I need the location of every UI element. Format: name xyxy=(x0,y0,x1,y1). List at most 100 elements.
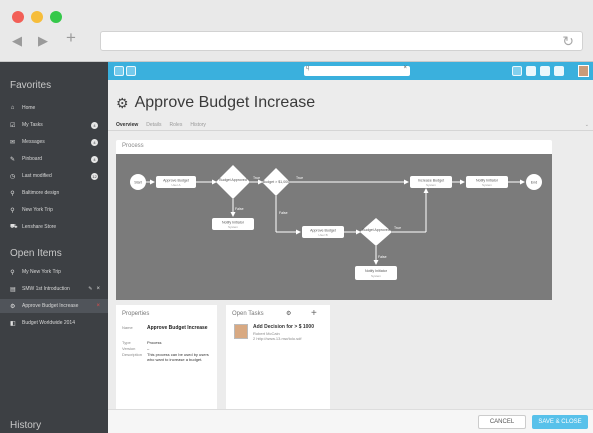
back-icon[interactable] xyxy=(126,66,136,76)
clear-icon[interactable]: × xyxy=(403,65,407,71)
sidebar-item-my-tasks[interactable]: ☑ My Tasks 4 xyxy=(0,118,108,132)
search-icon: ⚲ xyxy=(10,207,15,214)
footer-bar: CANCEL SAVE & CLOSE xyxy=(108,409,593,433)
maximize-window-button[interactable] xyxy=(50,11,62,23)
node-sublabel: System xyxy=(482,183,493,187)
approve-budget-a-node[interactable]: Approve Budget User A xyxy=(156,176,196,188)
property-key: Description xyxy=(122,352,143,357)
search-icon: ⚲ xyxy=(10,269,15,276)
new-tab-icon[interactable]: + xyxy=(66,28,76,48)
node-sublabel: User A xyxy=(171,183,180,187)
sidebar-item-new-york-trip[interactable]: ⚲ New York Trip xyxy=(0,203,108,217)
tab-history[interactable]: History xyxy=(190,122,206,128)
chart-icon: ◧ xyxy=(10,320,16,327)
sidebar-item-home[interactable]: ⌂ Home xyxy=(0,101,108,115)
home-icon: ⌂ xyxy=(10,105,15,111)
open-item-smw-introduction[interactable]: ▤ SMW 1st Introduction ✎ × xyxy=(0,282,108,296)
sidebar-item-lenshare-store[interactable]: ⛟ Lenshare Store xyxy=(0,220,108,234)
property-value: This process can be used by users who wa… xyxy=(147,352,209,362)
close-icon[interactable]: × xyxy=(96,303,100,309)
main-content: ⚙ Approve Budget Increase Overview Detai… xyxy=(108,80,593,433)
sidebar-item-last-modified[interactable]: ◷ Last modified 12 xyxy=(0,169,108,183)
approve-budget-b-node[interactable]: Approve Budget User B xyxy=(302,226,344,238)
pin-icon[interactable]: ✎ xyxy=(88,286,92,292)
budget-approved-2-gateway[interactable]: Budget Approved xyxy=(360,218,392,246)
task-link[interactable]: 2 http://www.13.mw/iolo.sdf xyxy=(253,336,301,341)
favorites-title: Favorites xyxy=(10,80,52,91)
node-sublabel: System xyxy=(228,225,239,229)
property-key: Name xyxy=(122,325,133,330)
sidebar-item-label: Messages xyxy=(22,139,45,145)
search-input[interactable]: q × xyxy=(304,65,410,76)
history-title: History xyxy=(10,420,42,431)
sidebar-item-label: Home xyxy=(22,105,36,111)
divider xyxy=(108,130,593,131)
chat-icon[interactable] xyxy=(526,66,536,76)
grid-icon[interactable] xyxy=(114,66,124,76)
tasks-icon: ☑ xyxy=(10,122,16,129)
notify-initiator-1-node[interactable]: Notify Initiator System xyxy=(466,176,508,188)
end-node[interactable]: End xyxy=(526,174,542,190)
open-item-budget-worldwide[interactable]: ◧ Budget Worldwide 2014 xyxy=(0,316,108,330)
property-row: Type Process xyxy=(122,340,214,345)
add-icon[interactable] xyxy=(512,66,522,76)
property-row: Description This process can be used by … xyxy=(122,352,214,362)
pin-icon: ✎ xyxy=(10,156,16,163)
gear-icon[interactable]: ⚙ xyxy=(286,310,291,317)
start-node[interactable]: Start xyxy=(130,174,146,190)
open-items-title: Open Items xyxy=(10,248,62,259)
edge-label-true: True xyxy=(253,176,260,180)
settings-icon[interactable] xyxy=(554,66,564,76)
notify-initiator-3-node[interactable]: Notify Initiator System xyxy=(355,266,397,280)
close-window-button[interactable] xyxy=(12,11,24,23)
count-badge: 4 xyxy=(91,155,98,163)
tab-roles[interactable]: Roles xyxy=(170,122,183,128)
forward-icon[interactable]: ▶ xyxy=(38,33,48,49)
address-bar[interactable]: ↻ xyxy=(100,31,583,51)
sidebar-item-messages[interactable]: ✉ Messages 4 xyxy=(0,135,108,149)
chevron-down-icon[interactable]: ⌄ xyxy=(585,122,589,128)
increase-budget-node[interactable]: Increase Budget System xyxy=(410,176,452,188)
property-value: Approve Budget Increase xyxy=(147,325,208,331)
sidebar: Favorites ⌂ Home ☑ My Tasks 4 ✉ Messages… xyxy=(0,62,108,433)
back-icon[interactable]: ◀ xyxy=(12,33,22,49)
sidebar-item-label: Baltimore design xyxy=(22,190,60,196)
count-badge: 4 xyxy=(91,121,98,129)
properties-title: Properties xyxy=(122,311,150,317)
gear-icon: ⚙ xyxy=(116,94,129,111)
sidebar-item-pinboard[interactable]: ✎ Pinboard 4 xyxy=(0,152,108,166)
tab-details[interactable]: Details xyxy=(146,122,161,128)
add-task-icon[interactable]: + xyxy=(311,308,317,319)
search-icon: q xyxy=(306,65,310,71)
property-row: Name Approve Budget Increase xyxy=(122,325,214,331)
budget-over-1000-gateway[interactable]: Budget > $1,000 xyxy=(262,168,290,196)
property-key: Type xyxy=(122,340,131,345)
gateway xyxy=(360,218,392,246)
clock-icon: ◷ xyxy=(10,173,16,180)
property-row: Version – xyxy=(122,346,214,351)
task-title[interactable]: Add Decision for > $ 1000 xyxy=(253,324,314,330)
node-label: Budget > $1,000 xyxy=(263,180,289,184)
close-icon[interactable]: × xyxy=(96,286,100,292)
process-diagram[interactable]: True True False False True False Start A… xyxy=(116,154,552,300)
gear-icon: ⚙ xyxy=(10,303,16,310)
budget-approved-gateway[interactable]: Budget Approved xyxy=(216,165,250,199)
tab-overview[interactable]: Overview xyxy=(116,122,138,128)
properties-card: Properties Name Approve Budget Increase … xyxy=(116,305,217,409)
cancel-button[interactable]: CANCEL xyxy=(478,415,526,429)
edge-label-false: False xyxy=(378,255,387,259)
sidebar-item-baltimore-design[interactable]: ⚲ Baltimore design xyxy=(0,186,108,200)
avatar[interactable] xyxy=(578,65,589,77)
open-item-approve-budget-increase[interactable]: ⚙ Approve Budget Increase × xyxy=(0,299,108,313)
reload-icon[interactable]: ↻ xyxy=(562,32,574,50)
property-key: Version xyxy=(122,346,136,351)
page-header: ⚙ Approve Budget Increase xyxy=(116,94,315,112)
open-tasks-title: Open Tasks xyxy=(232,311,264,317)
page-title: Approve Budget Increase xyxy=(134,94,316,111)
open-item-new-york-trip[interactable]: ⚲ My New York Trip xyxy=(0,265,108,279)
calendar-icon[interactable] xyxy=(540,66,550,76)
node-label: Budget Approved xyxy=(362,228,390,232)
minimize-window-button[interactable] xyxy=(31,11,43,23)
save-close-button[interactable]: SAVE & CLOSE xyxy=(532,415,588,429)
notify-initiator-2-node[interactable]: Notify Initiator System xyxy=(212,218,254,230)
